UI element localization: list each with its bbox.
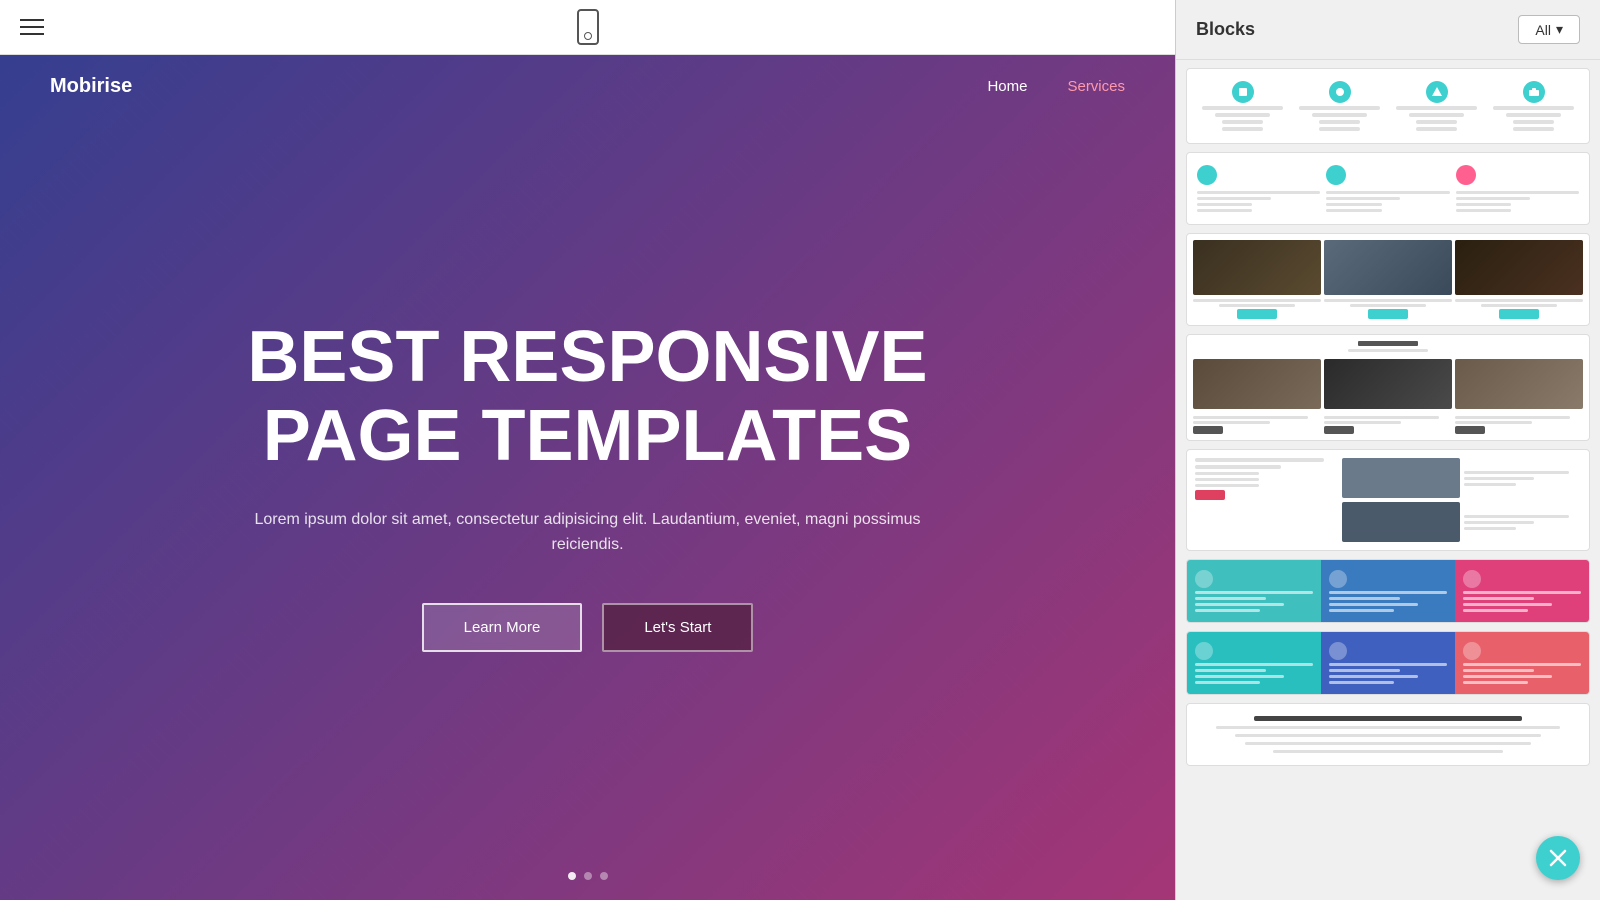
dot-3[interactable] <box>600 872 608 880</box>
block-thumb-4[interactable] <box>1186 334 1590 441</box>
block-thumb-8[interactable] <box>1186 703 1590 766</box>
blocks-scroll-area[interactable] <box>1176 60 1600 900</box>
slide-dots <box>0 852 1175 900</box>
top-bar <box>0 0 1175 55</box>
blocks-panel-title: Blocks <box>1196 19 1255 40</box>
blocks-filter-button[interactable]: All ▾ <box>1518 15 1580 44</box>
dot-1[interactable] <box>568 872 576 880</box>
nav-link-services[interactable]: Services <box>1067 78 1125 95</box>
learn-more-button[interactable]: Learn More <box>422 603 583 652</box>
hero-content: BEST RESPONSIVE PAGE TEMPLATES Lorem ips… <box>0 118 1175 852</box>
hero-section: Mobirise Home Services BEST RESPONSIVE P… <box>0 55 1175 900</box>
hamburger-menu[interactable] <box>20 19 44 35</box>
close-button[interactable] <box>1536 836 1580 880</box>
blocks-header: Blocks All ▾ <box>1176 0 1600 60</box>
block-thumb-6[interactable] <box>1186 559 1590 623</box>
lets-start-button[interactable]: Let's Start <box>602 603 753 652</box>
block-thumb-1[interactable] <box>1186 68 1590 144</box>
blocks-panel: Blocks All ▾ <box>1175 0 1600 900</box>
dot-2[interactable] <box>584 872 592 880</box>
hero-nav: Mobirise Home Services <box>0 55 1175 118</box>
hero-buttons: Learn More Let's Start <box>422 603 754 652</box>
nav-links: Home Services <box>987 78 1125 95</box>
block-thumb-3[interactable] <box>1186 233 1590 326</box>
block-thumb-7[interactable] <box>1186 631 1590 695</box>
block-thumb-5[interactable] <box>1186 449 1590 551</box>
brand-name: Mobirise <box>50 75 132 98</box>
hero-subtitle: Lorem ipsum dolor sit amet, consectetur … <box>248 507 928 558</box>
block-thumb-2[interactable] <box>1186 152 1590 225</box>
hero-title: BEST RESPONSIVE PAGE TEMPLATES <box>247 318 927 476</box>
device-phone-icon[interactable] <box>577 9 599 45</box>
nav-link-home[interactable]: Home <box>987 78 1027 95</box>
